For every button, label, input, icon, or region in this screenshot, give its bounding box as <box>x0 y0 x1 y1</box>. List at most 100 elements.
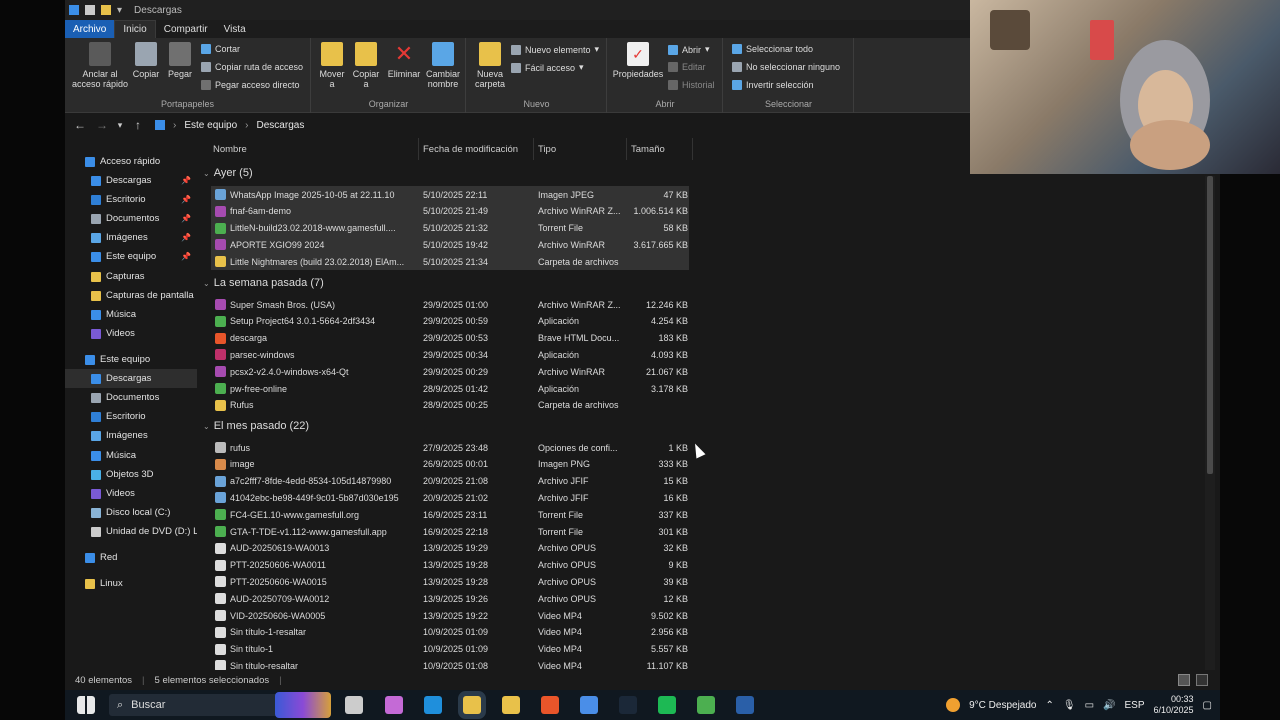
pin-icon[interactable]: 📌 <box>181 214 191 223</box>
new-folder-button[interactable]: Nueva carpeta <box>471 42 509 89</box>
sidebar-item[interactable]: Videos <box>65 484 197 503</box>
file-row[interactable]: image 26/9/2025 00:01 Imagen PNG 333 KB <box>211 456 689 473</box>
sidebar-item[interactable]: Objetos 3D <box>65 465 197 484</box>
network-icon[interactable]: ▭ <box>1085 700 1094 711</box>
properties-icon[interactable] <box>85 5 95 15</box>
rename-button[interactable]: Cambiar nombre <box>424 42 462 89</box>
chevron-down-icon[interactable]: ▾ <box>117 5 122 16</box>
sidebar-item[interactable]: Imágenes <box>65 426 197 445</box>
file-row[interactable]: PTT-20250606-WA0015 13/9/2025 19:28 Archiv… <box>211 573 689 590</box>
column-fecha[interactable]: Fecha de modificación <box>419 138 534 160</box>
file-row[interactable]: Sin título-resaltar 10/9/2025 01:08 Video … <box>211 657 689 670</box>
sidebar-item[interactable]: Este equipo <box>65 350 197 369</box>
chevron-down-icon[interactable]: ▾ <box>113 120 127 131</box>
search-box[interactable]: ⌕ Buscar <box>109 694 299 716</box>
weather-icon[interactable] <box>946 698 961 712</box>
sidebar-item[interactable]: Escritorio <box>65 407 197 426</box>
column-tipo[interactable]: Tipo <box>534 138 627 160</box>
file-row[interactable]: FC4-GE1.10-www.gamesfull.org 16/9/2025 23… <box>211 506 689 523</box>
invert-selection-button[interactable]: Invertir selección <box>732 80 814 90</box>
up-arrow-icon[interactable]: ↑ <box>127 118 149 132</box>
notification-icon[interactable]: ▢ <box>1203 700 1212 711</box>
spotify-icon[interactable] <box>658 696 676 714</box>
tiles-view-icon[interactable] <box>1196 674 1208 686</box>
delete-button[interactable]: ✕ Eliminar <box>386 42 422 80</box>
microphone-icon[interactable]: 🎙 <box>1063 700 1076 711</box>
file-row[interactable]: APORTE XGIO99 2024 5/10/2025 19:42 Archivo… <box>211 236 689 254</box>
back-arrow-icon[interactable]: ← <box>69 118 91 132</box>
file-row[interactable]: parsec-windows 29/9/2025 00:34 Aplicación 4… <box>211 346 689 363</box>
file-row[interactable]: 41042ebc-be98-449f-9c01-5b87d030e195 20/9… <box>211 489 689 506</box>
sidebar-item[interactable]: Red <box>65 548 197 567</box>
file-row[interactable]: LittleN-build23.02.2018-www.gamesfull...… <box>211 219 689 237</box>
file-row[interactable]: GTA-T-TDE-v1.112-www.gamesfull.app 16/9/2… <box>211 523 689 540</box>
edge-icon[interactable] <box>424 696 442 714</box>
file-row[interactable]: fnaf-6am-demo 5/10/2025 21:49 Archivo WinR… <box>211 202 689 220</box>
sidebar-item[interactable]: Escritorio 📌 <box>65 190 197 209</box>
file-row[interactable]: rufus 27/9/2025 23:48 Opciones de confi...… <box>211 439 689 456</box>
file-row[interactable]: Sin título-1-resaltar 10/9/2025 01:09 Vide… <box>211 624 689 641</box>
properties-button[interactable]: ✓ Propiedades <box>612 42 664 79</box>
language-indicator[interactable]: ESP <box>1124 700 1144 711</box>
select-all-button[interactable]: Seleccionar todo <box>732 44 813 54</box>
sidebar-item[interactable]: Videos <box>65 324 197 343</box>
clock[interactable]: 00:33 6/10/2025 <box>1154 694 1194 716</box>
chevron-down-icon[interactable]: ⌄ <box>203 169 210 178</box>
store-icon[interactable] <box>502 696 520 714</box>
sidebar-item[interactable]: Música <box>65 446 197 465</box>
file-row[interactable]: Sin título-1 10/9/2025 01:09 Video MP4 5.55… <box>211 641 689 658</box>
group-header[interactable]: ⌄ Ayer (5) <box>203 163 253 183</box>
brave-icon[interactable] <box>541 696 559 714</box>
file-row[interactable]: pw-free-online 28/9/2025 01:42 Aplicación 3… <box>211 380 689 397</box>
tab-compartir[interactable]: Compartir <box>156 20 216 38</box>
pin-quick-access-button[interactable]: Anclar al acceso rápido <box>69 42 131 89</box>
sidebar-item[interactable]: Unidad de DVD (D:) L <box>65 522 197 541</box>
new-item-button[interactable]: Nuevo elemento ▾ <box>511 44 599 55</box>
history-button[interactable]: Historial <box>668 80 715 90</box>
file-row[interactable]: Rufus 28/9/2025 00:25 Carpeta de archivos <box>211 397 689 414</box>
column-tamano[interactable]: Tamaño <box>627 138 693 160</box>
file-row[interactable]: AUD-20250619-WA0013 13/9/2025 19:29 Archiv… <box>211 540 689 557</box>
pin-icon[interactable]: 📌 <box>181 252 191 261</box>
file-row[interactable]: Setup Project64 3.0.1-5664-2df3434 29/9/2… <box>211 313 689 330</box>
file-row[interactable]: WhatsApp Image 2025-10-05 at 22.11.10 5/1… <box>211 186 689 203</box>
forward-arrow-icon[interactable]: → <box>91 118 113 132</box>
sidebar-item[interactable]: Documentos <box>65 388 197 407</box>
file-explorer-icon[interactable] <box>463 696 481 714</box>
select-none-button[interactable]: No seleccionar ninguno <box>732 62 840 72</box>
steam-icon[interactable] <box>736 696 754 714</box>
file-row[interactable]: AUD-20250709-WA0012 13/9/2025 19:26 Archiv… <box>211 590 689 607</box>
windows-start-icon[interactable] <box>77 696 95 714</box>
cut-button[interactable]: Cortar <box>201 44 240 54</box>
tab-vista[interactable]: Vista <box>216 20 254 38</box>
group-header[interactable]: ⌄ El mes pasado (22) <box>203 416 309 436</box>
tab-inicio[interactable]: Inicio <box>114 20 156 38</box>
copy-button[interactable]: Copiar <box>131 42 161 79</box>
sidebar-item[interactable]: Documentos 📌 <box>65 209 197 228</box>
sidebar-item[interactable]: Capturas <box>65 267 197 286</box>
file-row[interactable]: PTT-20250606-WA0011 13/9/2025 19:28 Archiv… <box>211 557 689 574</box>
group-header[interactable]: ⌄ La semana pasada (7) <box>203 273 324 293</box>
search-highlight-icon[interactable] <box>275 692 331 718</box>
file-row[interactable]: VID-20250606-WA0005 13/9/2025 19:22 Video … <box>211 607 689 624</box>
chevron-down-icon[interactable]: ⌄ <box>203 279 210 288</box>
sidebar-item[interactable]: Acceso rápido <box>65 152 197 171</box>
file-row[interactable]: Little Nightmares (build 23.02.2018) ElA… <box>211 253 689 271</box>
chrome-icon[interactable] <box>580 696 598 714</box>
chevron-up-icon[interactable]: ⌃ <box>1045 700 1053 711</box>
file-row[interactable]: Super Smash Bros. (USA) 29/9/2025 01:00 Ar… <box>211 296 689 313</box>
minecraft-icon[interactable] <box>697 696 715 714</box>
steam-icon[interactable] <box>619 696 637 714</box>
sidebar-item[interactable]: Capturas de pantalla <box>65 286 197 305</box>
tab-archivo[interactable]: Archivo <box>65 20 115 38</box>
details-view-icon[interactable] <box>1178 674 1190 686</box>
pin-icon[interactable]: 📌 <box>181 195 191 204</box>
vertical-scrollbar[interactable] <box>1205 176 1215 670</box>
scrollbar-thumb[interactable] <box>1207 176 1213 474</box>
pin-icon[interactable]: 📌 <box>181 176 191 185</box>
sidebar-item[interactable]: Este equipo 📌 <box>65 247 197 266</box>
weather-text[interactable]: 9°C Despejado <box>969 700 1036 711</box>
file-row[interactable]: a7c2fff7-8fde-4edd-8534-105d14879980 20/9… <box>211 473 689 490</box>
pin-icon[interactable]: 📌 <box>181 233 191 242</box>
sidebar-item[interactable]: Linux <box>65 574 197 593</box>
